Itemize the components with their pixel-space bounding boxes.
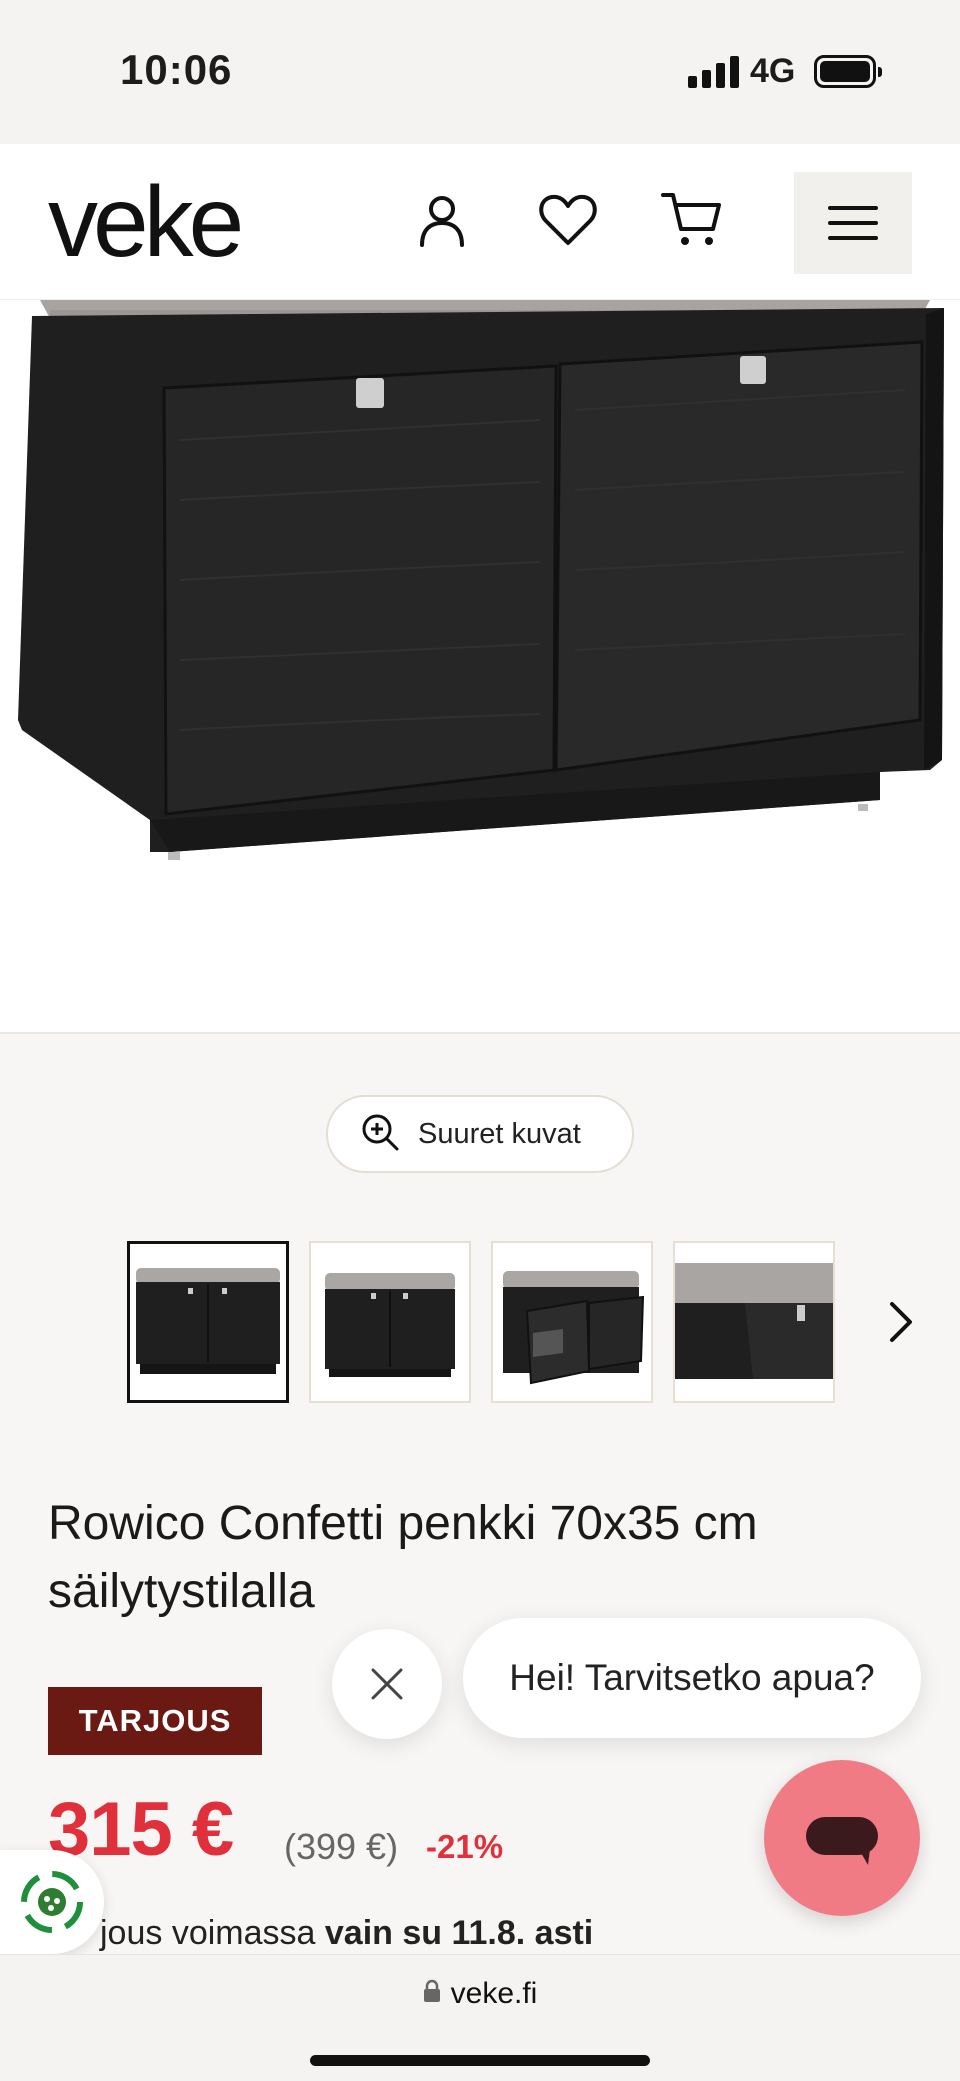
veke-logo[interactable]: veke xyxy=(48,172,244,272)
network-type: 4G xyxy=(750,52,796,90)
menu-button[interactable] xyxy=(794,172,912,274)
battery-icon xyxy=(814,55,882,88)
zoom-in-icon xyxy=(360,1112,400,1157)
browser-address-bar[interactable]: veke.fi xyxy=(0,1954,960,2081)
discount-percent: -21% xyxy=(426,1828,504,1865)
recycle-icon xyxy=(21,1871,83,1933)
product-title: Rowico Confetti penkki 70x35 cm säilytys… xyxy=(48,1497,758,1618)
thumbnail-1[interactable] xyxy=(127,1241,289,1403)
chat-bubble-icon xyxy=(806,1817,878,1865)
thumbnail-4[interactable] xyxy=(673,1241,835,1403)
chat-close-button[interactable] xyxy=(332,1629,442,1739)
thumbnail-3[interactable] xyxy=(491,1241,653,1403)
status-bar: 10:06 4G xyxy=(0,0,960,144)
large-images-button[interactable]: Suuret kuvat xyxy=(326,1095,634,1173)
wishlist-heart-icon[interactable] xyxy=(536,188,600,252)
signal-icon xyxy=(688,56,739,88)
home-indicator xyxy=(310,2055,650,2066)
chat-greeting-bubble[interactable]: Hei! Tarvitsetko apua? xyxy=(463,1618,921,1738)
chat-launcher-button[interactable] xyxy=(764,1760,920,1916)
original-price: (399 €) xyxy=(284,1826,399,1867)
clock: 10:06 xyxy=(120,46,233,93)
eco-badge[interactable] xyxy=(0,1850,104,1954)
cart-icon[interactable] xyxy=(660,188,724,252)
offer-validity: jous voimassa vain su 11.8. asti xyxy=(100,1914,594,1952)
sale-badge: TARJOUS xyxy=(48,1687,262,1755)
lock-icon xyxy=(423,1977,441,2011)
large-images-label: Suuret kuvat xyxy=(418,1117,581,1150)
thumbnail-strip xyxy=(127,1241,835,1403)
close-icon xyxy=(371,1668,403,1700)
product-main-image[interactable] xyxy=(0,300,960,1034)
account-icon[interactable] xyxy=(410,188,474,252)
url-text: veke.fi xyxy=(450,1977,538,2010)
thumbnail-next-arrow-icon[interactable] xyxy=(880,1298,920,1346)
site-header: veke xyxy=(0,144,960,300)
thumbnail-2[interactable] xyxy=(309,1241,471,1403)
